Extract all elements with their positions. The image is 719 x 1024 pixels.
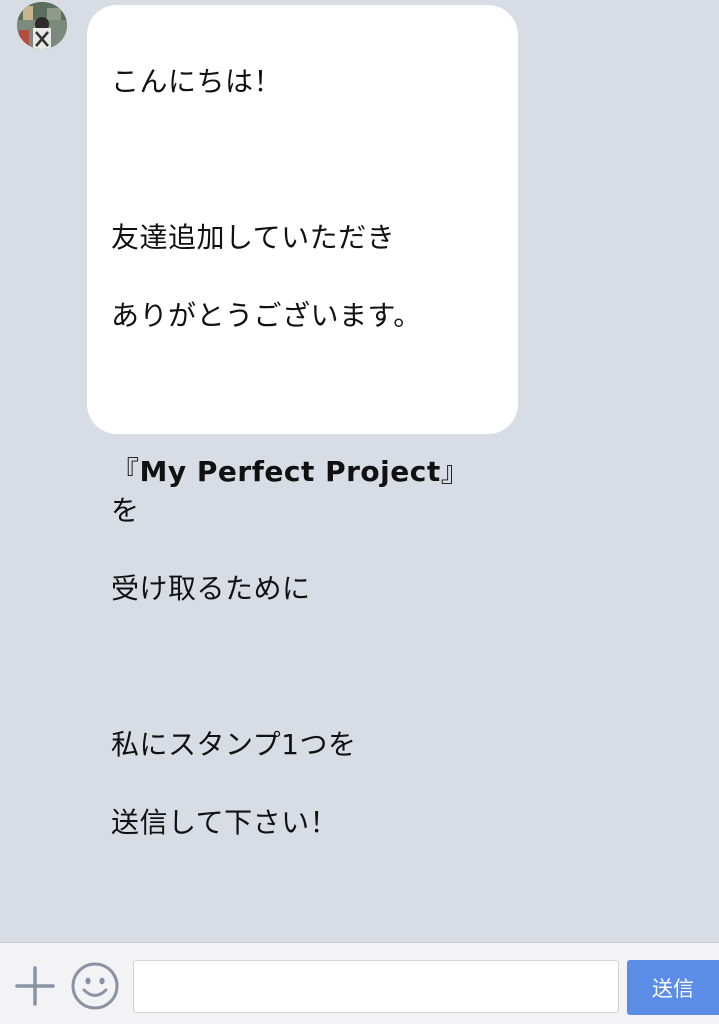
sender-avatar[interactable]: [17, 2, 67, 49]
message-line: 送信して下さい！: [111, 806, 339, 839]
message-line: 友達追加していただき: [111, 221, 396, 254]
message-text: こんにちは！ 友達追加していただき ありがとうございます。 『My Perfec…: [111, 23, 494, 881]
plus-button[interactable]: [14, 965, 56, 1007]
message-line: 私にスタンプ1つを: [111, 728, 357, 761]
message-input[interactable]: [133, 960, 619, 1013]
emoji-button[interactable]: [70, 961, 120, 1011]
send-button[interactable]: 送信: [627, 960, 719, 1015]
message-bubble[interactable]: こんにちは！ 友達追加していただき ありがとうございます。 『My Perfec…: [87, 5, 518, 839]
message-line: こんにちは！: [111, 65, 283, 98]
message-line: ありがとうございます。: [111, 299, 422, 332]
avatar-photo-icon: [17, 2, 67, 49]
project-title: My Perfect Project: [139, 455, 441, 488]
smiley-icon: [71, 962, 119, 1010]
message-line: 『My Perfect Project』を: [111, 452, 494, 530]
plus-icon: [15, 966, 55, 1006]
chat-area: こんにちは！ 友達追加していただき ありがとうございます。 『My Perfec…: [0, 0, 719, 942]
bracket-open: 『: [111, 455, 140, 488]
input-bar: 送信: [0, 942, 719, 1024]
message-line: 受け取るために: [111, 572, 311, 605]
